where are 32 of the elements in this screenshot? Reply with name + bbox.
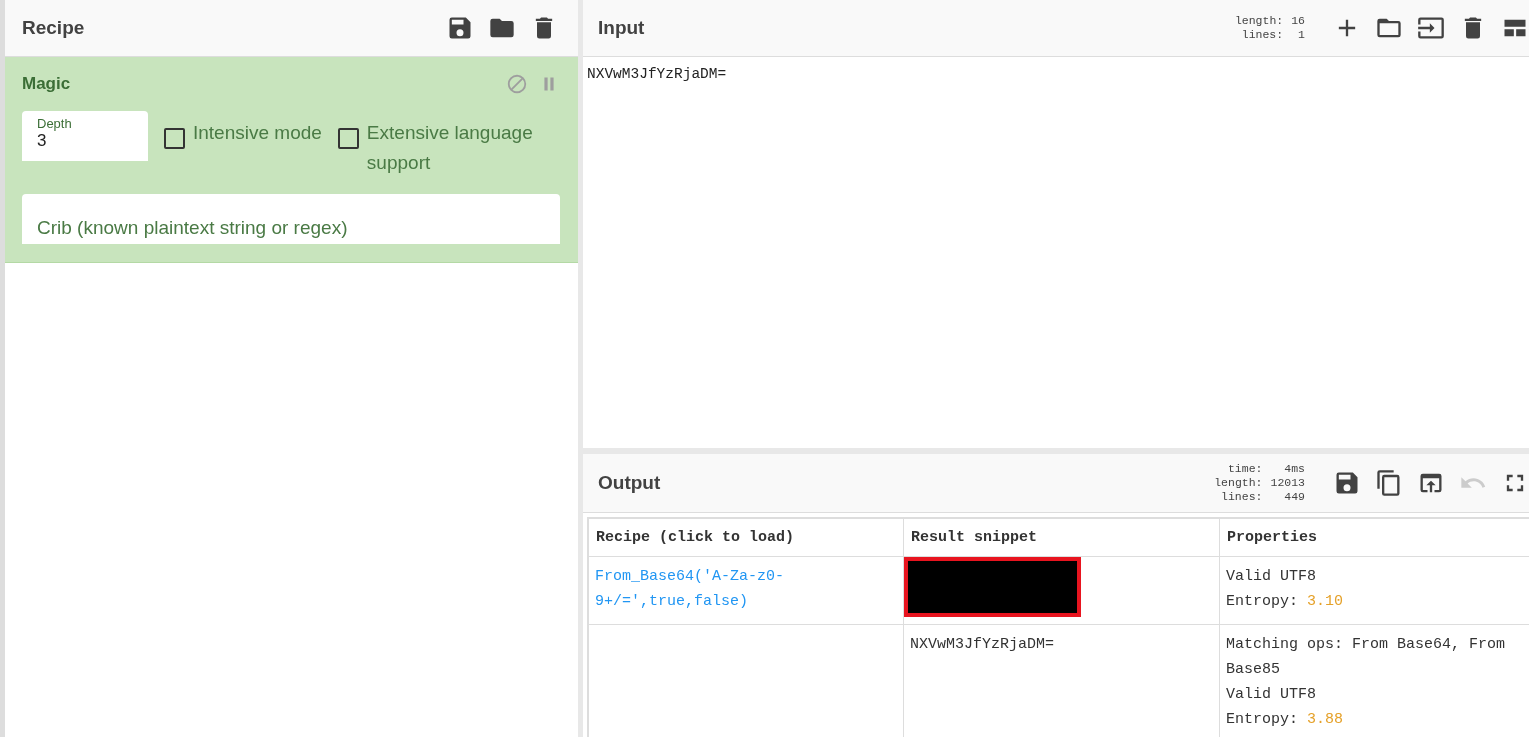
property-text: Entropy: 3.10	[1226, 592, 1345, 612]
property-text: Entropy: 3.88	[1226, 710, 1345, 730]
stat-value: 16	[1291, 14, 1305, 28]
checkbox-label[interactable]: Extensive language support	[366, 118, 547, 178]
stat-label: time:	[1226, 462, 1263, 476]
stat-label: lines:	[1240, 28, 1284, 42]
checkbox-label[interactable]: Intensive mode	[193, 118, 322, 148]
pane-title: Input	[598, 17, 645, 39]
checkbox[interactable]	[337, 128, 359, 149]
depth-input[interactable]: 3	[37, 131, 137, 151]
property-text: Matching ops: From Base64, From Base85	[1226, 635, 1507, 680]
stat-value: 449	[1283, 490, 1305, 504]
stat-label: lines:	[1220, 490, 1263, 504]
result-snippet: NXVwM3JfYzRjaDM=	[910, 636, 1055, 653]
stat-value: 4ms	[1283, 462, 1305, 476]
stat-value: 1	[1297, 28, 1305, 42]
property-text: Valid UTF8	[1226, 567, 1317, 587]
pane-title: Recipe	[22, 17, 85, 39]
stat-label: length:	[1214, 476, 1263, 490]
crib-field[interactable]: Crib (known plaintext string or regex)	[22, 194, 560, 244]
column-header: Result snippet	[903, 518, 1220, 557]
property-text: Valid UTF8	[1226, 685, 1317, 705]
stat-label: length:	[1234, 14, 1284, 28]
depth-label: Depth	[37, 116, 73, 131]
operation-title: Magic	[22, 74, 71, 94]
stat-value: 12013	[1270, 476, 1305, 490]
copy-icon[interactable]	[1375, 469, 1403, 497]
input-text[interactable]: NXVwM3JfYzRjaDM=	[583, 57, 1529, 448]
pane-title: Output	[598, 472, 661, 494]
depth-field[interactable]: Depth 3	[22, 111, 148, 161]
checkbox[interactable]	[164, 128, 185, 149]
column-header: Recipe (click to load)	[588, 518, 904, 557]
